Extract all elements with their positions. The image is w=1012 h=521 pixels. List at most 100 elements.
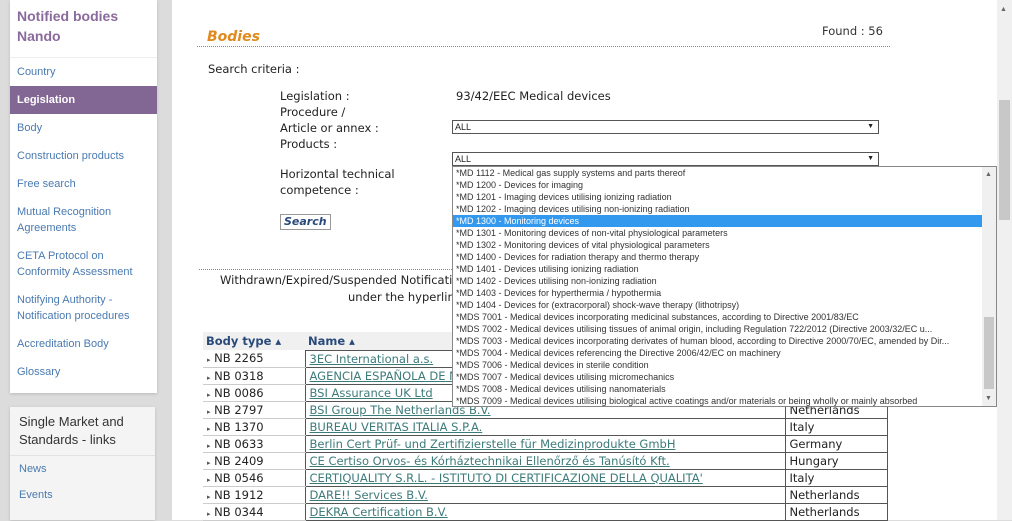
- body-name-link[interactable]: Berlin Cert Prüf- und Zertifizierstelle …: [304, 434, 786, 453]
- country: Netherlands: [784, 502, 888, 521]
- dropdown-option[interactable]: *MD 1402 - Devices utilising non-ionizin…: [453, 275, 983, 287]
- chevron-down-icon: ▼: [867, 123, 874, 130]
- legislation-label: Legislation :: [280, 89, 350, 103]
- body-type[interactable]: ▸ NB 0086: [203, 384, 305, 402]
- col-body-type[interactable]: Body type ▴: [203, 332, 305, 350]
- dropdown-option[interactable]: *MD 1302 - Monitoring devices of vital p…: [453, 239, 983, 251]
- dropdown-option[interactable]: *MD 1201 - Imaging devices utilising ion…: [453, 191, 983, 203]
- dropdown-option[interactable]: *MDS 7002 - Medical devices utilising ti…: [453, 323, 983, 335]
- procedure-select[interactable]: ALL ▼: [452, 120, 879, 134]
- body-name-link[interactable]: BUREAU VERITAS ITALIA S.P.A.: [304, 417, 786, 436]
- sidebar-item-ceta-protocol-on-conformity-assessment[interactable]: CETA Protocol on Conformity Assessment: [10, 242, 157, 286]
- dropdown-option[interactable]: *MDS 7009 - Medical devices utilising bi…: [453, 395, 983, 407]
- country: Italy: [784, 468, 888, 487]
- dropdown-option[interactable]: *MD 1202 - Imaging devices utilising non…: [453, 203, 983, 215]
- dropdown-option[interactable]: *MD 1404 - Devices for (extracorporal) s…: [453, 299, 983, 311]
- htc-label: Horizontal technical: [280, 167, 395, 181]
- table-row: ▸ NB 1912 DARE!! Services B.V. Netherlands: [203, 485, 888, 504]
- body-type[interactable]: ▸ NB 2409: [203, 452, 305, 470]
- table-row: ▸ NB 0546 CERTIQUALITY S.R.L. - ISTITUTO …: [203, 468, 888, 487]
- body-name-link[interactable]: CERTIQUALITY S.R.L. - ISTITUTO DI CERTIF…: [304, 468, 786, 487]
- legislation-value: 93/42/EEC Medical devices: [456, 89, 611, 103]
- body-type[interactable]: ▸ NB 2797: [203, 401, 305, 419]
- sidebar-item-legislation[interactable]: Legislation: [10, 86, 157, 114]
- body-type[interactable]: ▸ NB 0546: [203, 469, 305, 487]
- body-type-text: NB 2409: [214, 453, 264, 468]
- page-scrollbar[interactable]: ▲: [997, 0, 1012, 520]
- products-dropdown-list[interactable]: *MD 1112 - Medical gas supply systems an…: [452, 166, 997, 407]
- sidebar-item-free-search[interactable]: Free search: [10, 170, 157, 198]
- scroll-up-icon[interactable]: ▲: [1000, 6, 1007, 13]
- body-type-text: NB 0633: [214, 436, 264, 451]
- sidebar-item-glossary[interactable]: Glossary: [10, 358, 157, 386]
- country: Hungary: [784, 451, 888, 470]
- scroll-up-icon[interactable]: ▲: [985, 171, 992, 178]
- body-name-link[interactable]: DEKRA Certification B.V.: [304, 502, 786, 521]
- sidebar-item-country[interactable]: Country: [10, 58, 157, 86]
- table-row: ▸ NB 1370 BUREAU VERITAS ITALIA S.P.A. Ita…: [203, 417, 888, 436]
- link-events[interactable]: Events: [10, 482, 155, 508]
- dropdown-option[interactable]: *MD 1301 - Monitoring devices of non-vit…: [453, 227, 983, 239]
- body-type[interactable]: ▸ NB 0318: [203, 367, 305, 385]
- htc-label-2: competence :: [280, 183, 359, 197]
- search-criteria-label: Search criteria :: [208, 62, 300, 76]
- dropdown-option[interactable]: *MD 1112 - Medical gas supply systems an…: [453, 167, 983, 179]
- links-panel: Single Market and Standards - links News…: [10, 407, 155, 520]
- dropdown-option[interactable]: *MDS 7008 - Medical devices utilising na…: [453, 383, 983, 395]
- country: Germany: [784, 434, 888, 453]
- divider: [197, 46, 890, 47]
- body-type-text: NB 0344: [214, 504, 264, 519]
- sidebar-item-construction-products[interactable]: Construction products: [10, 142, 157, 170]
- dropdown-option[interactable]: *MDS 7007 - Medical devices utilising mi…: [453, 371, 983, 383]
- body-type-text: NB 0086: [214, 385, 264, 400]
- table-row: ▸ NB 2409 CE Certiso Orvos- és Kórháztech…: [203, 451, 888, 470]
- body-type-text: NB 0546: [214, 470, 264, 485]
- dropdown-option[interactable]: *MDS 7006 - Medical devices in sterile c…: [453, 359, 983, 371]
- procedure-label: Procedure /: [280, 105, 346, 119]
- body-type[interactable]: ▸ NB 1912: [203, 486, 305, 504]
- dropdown-option[interactable]: *MDS 7004 - Medical devices referencing …: [453, 347, 983, 359]
- dropdown-option[interactable]: *MD 1401 - Devices utilising ionizing ra…: [453, 263, 983, 275]
- country: Italy: [784, 417, 888, 436]
- products-select[interactable]: ALL ▼: [452, 152, 879, 166]
- sidebar-item-accreditation-body[interactable]: Accreditation Body: [10, 330, 157, 358]
- page-scroll-thumb[interactable]: [999, 100, 1010, 220]
- table-row: ▸ NB 0344 DEKRA Certification B.V. Netherl…: [203, 502, 888, 521]
- table-row: ▸ NB 0633 Berlin Cert Prüf- und Zertifizi…: [203, 434, 888, 453]
- body-type-text: NB 1912: [214, 487, 264, 502]
- products-select-value: ALL: [455, 154, 472, 164]
- dropdown-option[interactable]: *MD 1200 - Devices for imaging: [453, 179, 983, 191]
- dropdown-option[interactable]: *MDS 7003 - Medical devices incorporatin…: [453, 335, 983, 347]
- body-type[interactable]: ▸ NB 2265: [203, 350, 305, 368]
- body-type-text: NB 2797: [214, 402, 264, 417]
- sidebar-item-body[interactable]: Body: [10, 114, 157, 142]
- body-name-link[interactable]: CE Certiso Orvos- és Kórháztechnikai Ell…: [304, 451, 786, 470]
- procedure-select-value: ALL: [455, 122, 472, 132]
- links-title: Single Market and Standards - links: [10, 407, 155, 456]
- scroll-down-icon[interactable]: ▼: [985, 395, 992, 402]
- sidebar-item-mutual-recognition-agreements[interactable]: Mutual Recognition Agreements: [10, 198, 157, 242]
- page-title: Bodies: [207, 29, 260, 45]
- search-button[interactable]: Search: [280, 214, 331, 230]
- body-type[interactable]: ▸ NB 0633: [203, 435, 305, 453]
- sidebar: Notified bodies Nando Country Legislation…: [10, 0, 157, 393]
- body-type-text: NB 1370: [214, 419, 264, 434]
- dropdown-scroll-thumb[interactable]: [984, 317, 994, 389]
- dropdown-option[interactable]: *MDS 7001 - Medical devices incorporatin…: [453, 311, 983, 323]
- country: Netherlands: [784, 485, 888, 504]
- body-type[interactable]: ▸ NB 1370: [203, 418, 305, 436]
- body-type[interactable]: ▸ NB 0344: [203, 503, 305, 521]
- body-name-link[interactable]: DARE!! Services B.V.: [304, 485, 786, 504]
- body-type-text: NB 2265: [214, 351, 264, 366]
- products-label: Products :: [280, 137, 338, 151]
- dropdown-option[interactable]: *MD 1300 - Monitoring devices: [453, 215, 983, 227]
- sidebar-title: Notified bodies Nando: [10, 0, 157, 58]
- dropdown-option[interactable]: *MD 1403 - Devices for hyperthermia / hy…: [453, 287, 983, 299]
- found-count: Found : 56: [822, 24, 883, 38]
- body-type-text: NB 0318: [214, 368, 264, 383]
- link-news[interactable]: News: [10, 456, 155, 482]
- dropdown-scrollbar[interactable]: ▲ ▼: [982, 167, 996, 406]
- dropdown-option[interactable]: *MD 1400 - Devices for radiation therapy…: [453, 251, 983, 263]
- procedure-label-2: Article or annex :: [280, 121, 379, 135]
- chevron-down-icon: ▼: [867, 155, 874, 162]
